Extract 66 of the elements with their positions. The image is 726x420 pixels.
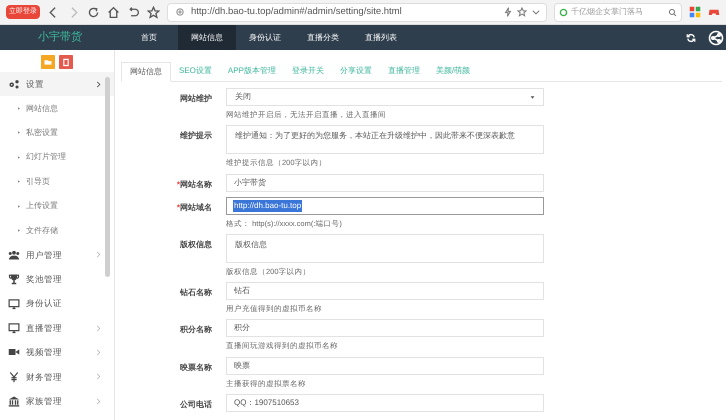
text-area[interactable]: 维护通知：为了更好的为您服务，本站正在升级维护中，因此带来不便深表歉意 <box>226 125 544 154</box>
sidebar-item[interactable]: 用户管理 <box>0 242 114 268</box>
field-label: 公司电话 <box>179 398 213 411</box>
chevron-right-icon <box>95 373 102 380</box>
trophy-icon <box>8 273 20 286</box>
nav-tab[interactable]: 首页 <box>120 25 178 50</box>
reload-icon[interactable] <box>87 6 100 18</box>
nav-tab[interactable]: 直播分类 <box>294 25 352 50</box>
text-area[interactable]: 版权信息 <box>226 234 544 263</box>
home-icon[interactable] <box>107 6 120 18</box>
field-label: 钻石名称 <box>178 287 213 299</box>
sidebar-item[interactable]: 身份认证 <box>0 292 114 316</box>
sidebar-subitem[interactable]: 网站信息 <box>0 96 114 121</box>
chevron-right-icon <box>95 251 102 258</box>
chevron-right-icon <box>95 324 102 332</box>
nav-tab[interactable]: 直播列表 <box>352 25 410 50</box>
star-icon[interactable] <box>147 6 160 18</box>
field-label: *网站名称 <box>176 178 213 190</box>
monitor-icon <box>8 322 20 334</box>
nav-tab[interactable]: 身份认证 <box>236 25 294 50</box>
search-engine-icon <box>559 8 568 16</box>
chevron-right-icon <box>95 348 102 356</box>
sidebar-item[interactable]: 家族管理 <box>0 389 114 414</box>
chevron-right-icon <box>95 80 102 88</box>
input-field[interactable]: 小宇带货 <box>226 174 544 192</box>
sidebar-item[interactable]: 直播管理 <box>0 316 114 340</box>
sidebar-subitem[interactable]: 引导页 <box>0 170 114 194</box>
input-field[interactable]: 映票 <box>226 356 544 374</box>
monitor-icon <box>8 298 20 310</box>
field-label: 映票名称 <box>179 362 213 374</box>
field-label: 维护提示 <box>179 130 213 142</box>
caret-down-icon <box>530 94 535 100</box>
sidebar-item[interactable]: 设置 <box>0 72 114 96</box>
sidebar-subitem[interactable]: 幻灯片管理 <box>0 145 114 170</box>
share-icon[interactable] <box>708 30 724 46</box>
users-icon <box>8 248 20 261</box>
refresh-icon[interactable] <box>686 32 696 42</box>
sidebar-subitem[interactable]: 上传设置 <box>0 194 114 218</box>
input-field[interactable]: QQ：1907510653 <box>226 394 544 412</box>
sidebar-subitem[interactable]: 文件存储 <box>0 218 114 243</box>
field-label: 网站维护 <box>179 93 213 105</box>
nav-tab[interactable]: 网站信息 <box>178 25 236 50</box>
input-field[interactable]: 积分 <box>226 319 544 338</box>
undo-icon[interactable] <box>127 6 140 18</box>
yen-icon <box>8 370 20 383</box>
field-label: 版权信息 <box>178 238 213 251</box>
tab[interactable]: 网站信息 <box>121 62 171 82</box>
input-field[interactable]: http://dh.bao-tu.top <box>226 196 544 214</box>
sidebar-item[interactable]: 视频管理 <box>0 340 114 365</box>
star-icon[interactable] <box>517 7 527 17</box>
scrollbar-thumb[interactable] <box>105 77 110 277</box>
apps-icon[interactable] <box>689 6 701 18</box>
sidebar-subitem[interactable]: 私密设置 <box>0 120 114 146</box>
field-label: 积分名称 <box>178 324 213 336</box>
brand-name: 小宇带货 <box>37 30 83 46</box>
field-label: *网站域名 <box>176 202 213 214</box>
input-field[interactable]: 钻石 <box>226 282 544 300</box>
address-bar[interactable]: http://dh.bao-tu.top/admin#/admin/setting/site.html <box>167 2 547 22</box>
search-icon[interactable] <box>668 8 677 16</box>
delete-button[interactable] <box>59 55 73 69</box>
select-field[interactable]: 关闭 <box>226 88 544 106</box>
bank-icon <box>8 395 20 408</box>
sidebar-item[interactable]: 财务管理 <box>0 364 114 390</box>
lightning-icon[interactable] <box>503 7 513 17</box>
sidebar-item[interactable]: 奖池管理 <box>0 267 114 292</box>
chevron-right-icon <box>95 398 102 405</box>
